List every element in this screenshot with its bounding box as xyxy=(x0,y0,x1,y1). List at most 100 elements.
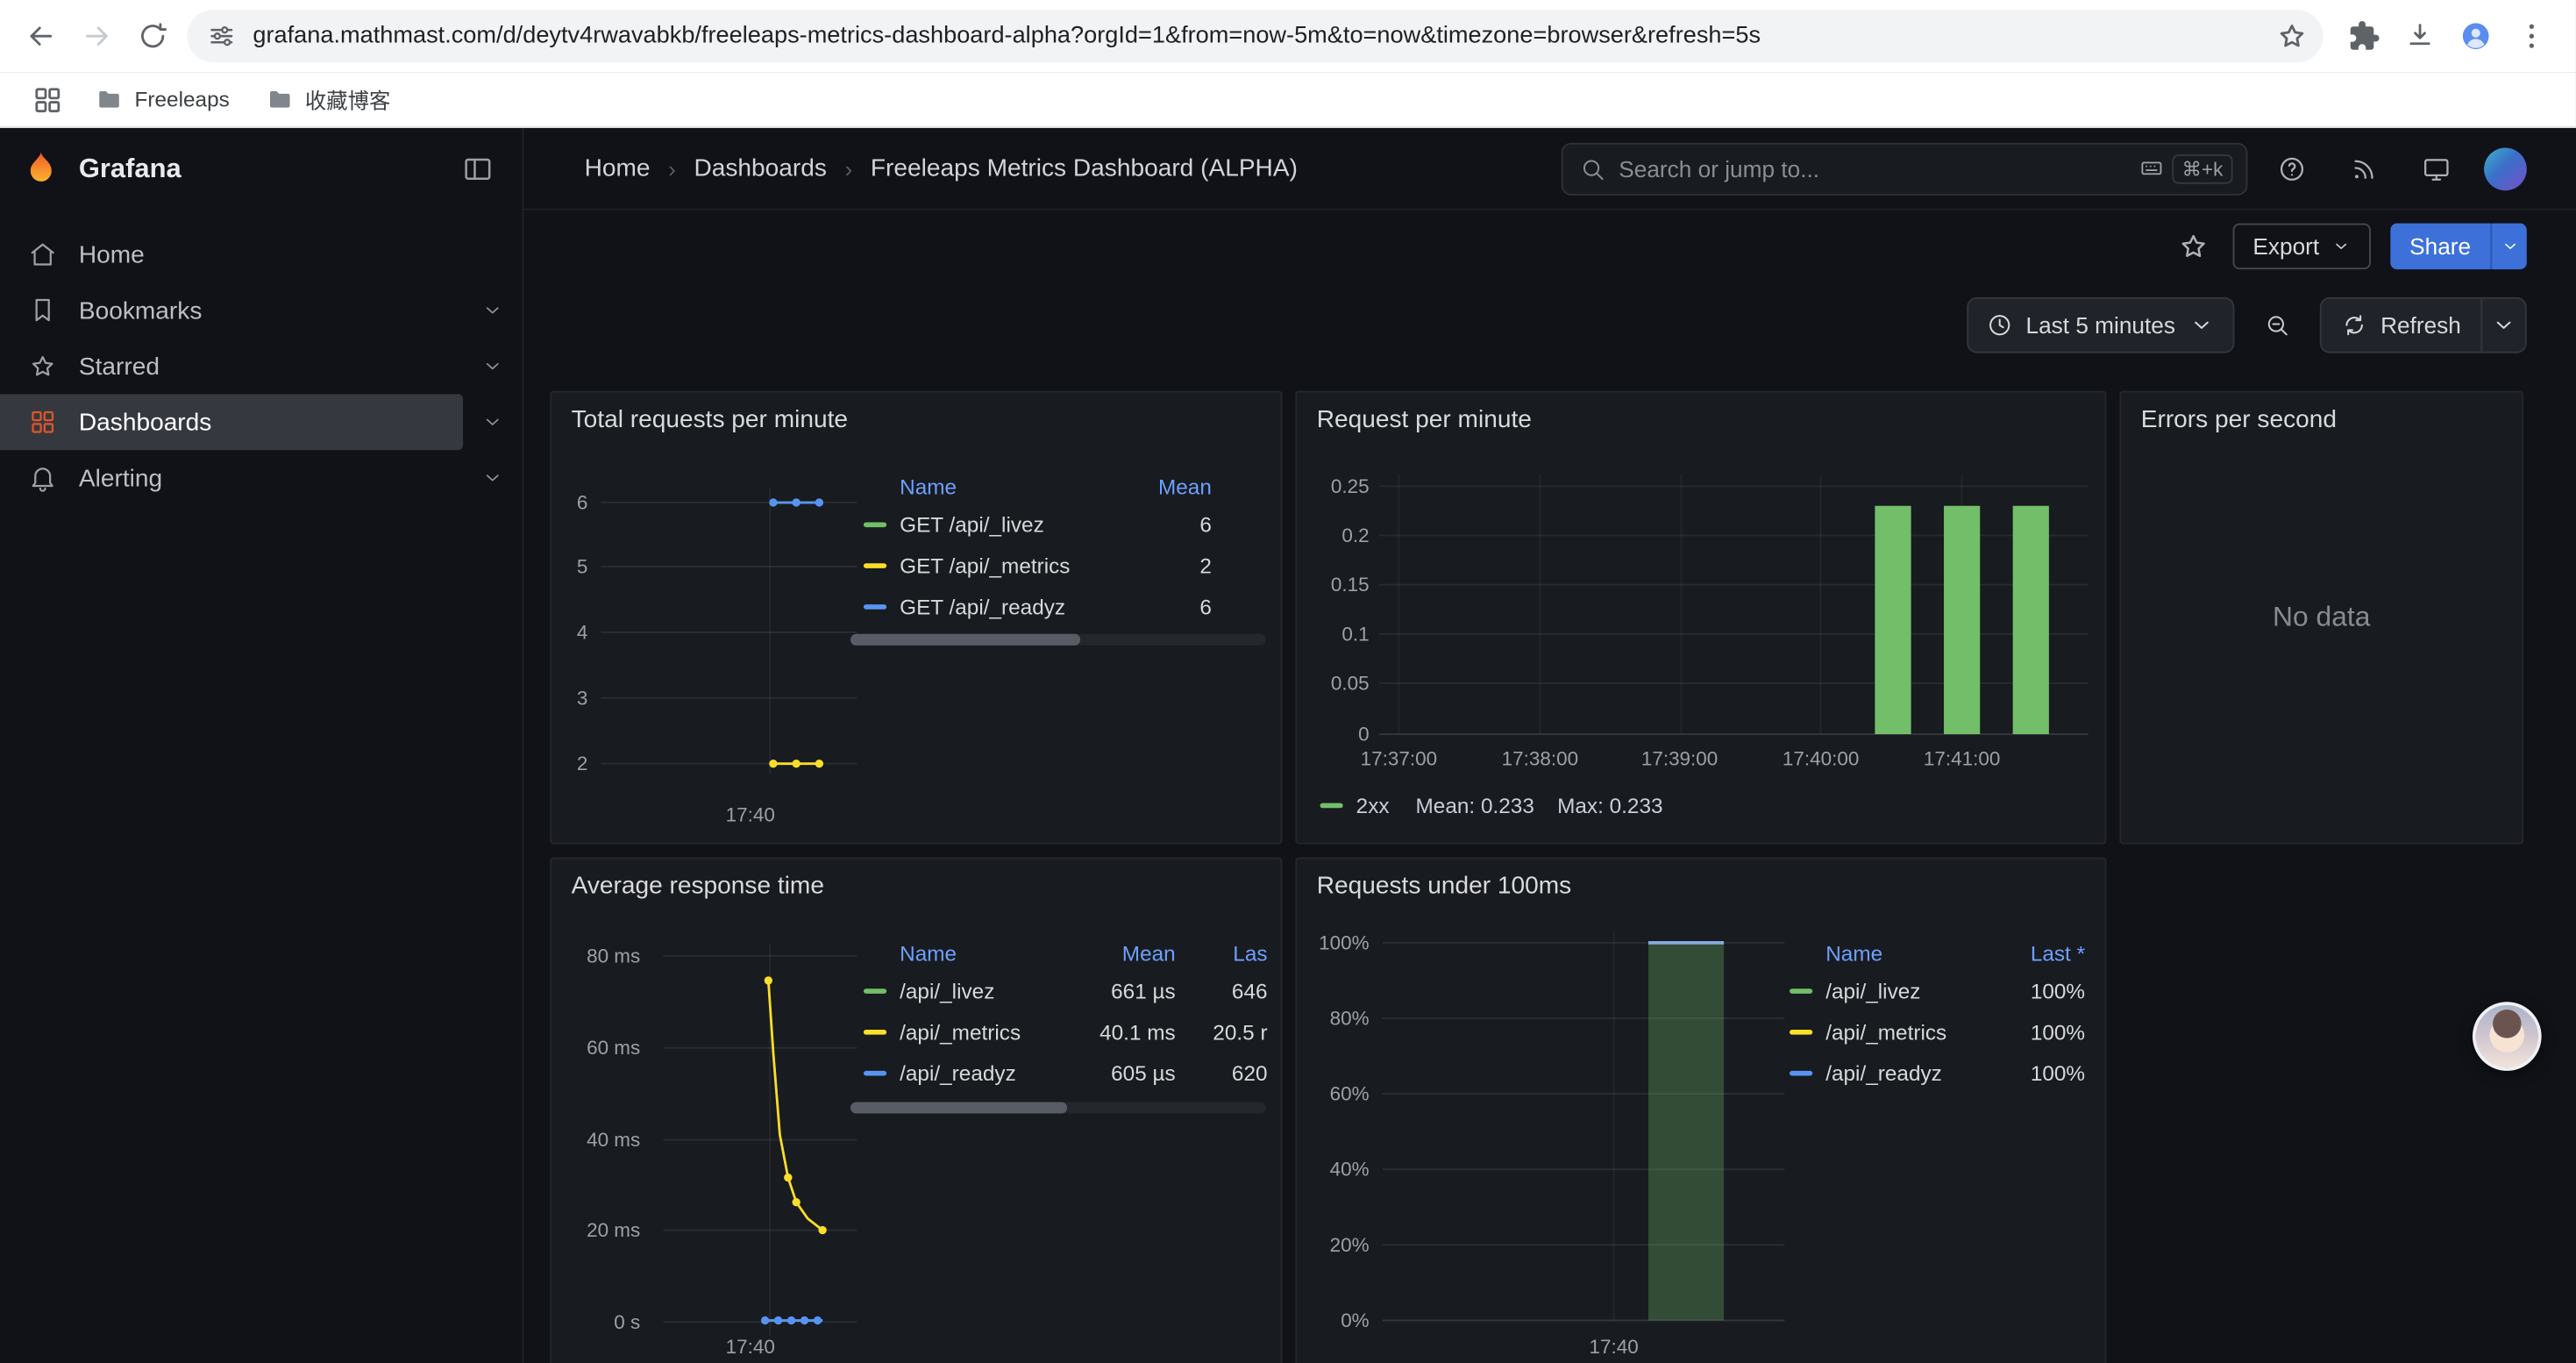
series-name[interactable]: /api/_metrics xyxy=(1825,1020,1946,1045)
panel-title[interactable]: Requests under 100ms xyxy=(1317,872,1571,900)
favorite-dashboard-button[interactable] xyxy=(2174,226,2214,266)
site-settings-icon[interactable] xyxy=(207,21,237,51)
main-area: Home › Dashboards › Freeleaps Metrics Da… xyxy=(523,128,2576,1363)
panel-title[interactable]: Total requests per minute xyxy=(572,406,848,434)
scrollbar-thumb[interactable] xyxy=(850,1102,1067,1113)
expand-starred-button[interactable] xyxy=(463,339,522,395)
grafana-logo-icon[interactable] xyxy=(21,149,60,189)
sidebar-toggle-button[interactable] xyxy=(450,141,506,197)
news-button[interactable] xyxy=(2337,140,2393,196)
series-name[interactable]: /api/_readyz xyxy=(1825,1061,1942,1086)
sidebar-header: Grafana xyxy=(0,128,522,211)
floating-avatar[interactable] xyxy=(2473,1002,2542,1071)
y-tick: 0.15 xyxy=(1304,574,1370,596)
y-tick: 0.25 xyxy=(1304,475,1370,497)
brand-name: Grafana xyxy=(79,153,181,185)
bookmark-star-button[interactable] xyxy=(2264,8,2320,64)
series-last: 620 xyxy=(1192,1061,1267,1086)
series-name[interactable]: /api/_livez xyxy=(1825,979,1920,1003)
legend-col-name[interactable]: Name xyxy=(900,474,957,498)
series-color-swatch xyxy=(1790,1030,1812,1035)
forward-icon xyxy=(81,19,113,52)
bookmark-folder-blogs[interactable]: 收藏博客 xyxy=(256,79,401,120)
breadcrumb-current: Freeleaps Metrics Dashboard (ALPHA) xyxy=(871,154,1298,182)
extensions-button[interactable] xyxy=(2337,8,2393,64)
scrollbar-thumb[interactable] xyxy=(850,634,1080,646)
share-button[interactable]: Share xyxy=(2390,224,2491,269)
series-name[interactable]: /api/_livez xyxy=(900,979,994,1003)
refresh-split-button: Refresh xyxy=(2320,297,2527,353)
time-range-picker[interactable]: Last 5 minutes xyxy=(1967,297,2234,353)
display-button[interactable] xyxy=(2409,140,2465,196)
panel-title[interactable]: Request per minute xyxy=(1317,406,1532,434)
shortcut-chip: ⌘+k xyxy=(2172,153,2232,183)
legend-row[interactable]: GET /api/_readyz 6 xyxy=(864,586,1212,627)
sidebar-item-alerting[interactable]: Alerting xyxy=(0,450,522,506)
legend-col-last[interactable]: Las xyxy=(1192,940,1267,965)
search-icon xyxy=(1579,155,1605,182)
y-tick: 80 ms xyxy=(555,945,640,967)
legend-col-mean[interactable]: Mean xyxy=(1129,474,1212,498)
sidebar-item-label: Home xyxy=(79,240,145,268)
reload-button[interactable] xyxy=(125,8,181,64)
rss-icon xyxy=(2350,153,2380,183)
apps-grid-button[interactable] xyxy=(26,78,69,121)
series-name[interactable]: /api/_metrics xyxy=(900,1020,1021,1045)
expand-alerting-button[interactable] xyxy=(463,450,522,506)
downloads-button[interactable] xyxy=(2392,8,2448,64)
panel-request-per-minute: Request per minute 0.25 0.2 0.15 0.1 0.0… xyxy=(1295,391,2106,845)
search-input[interactable]: Search or jump to... ⌘+k xyxy=(1562,142,2248,195)
sidebar-item-home[interactable]: Home xyxy=(0,226,522,282)
share-menu-button[interactable] xyxy=(2491,224,2527,269)
star-icon xyxy=(28,352,58,382)
legend-row[interactable]: GET /api/_livez 6 xyxy=(864,504,1212,546)
series-name[interactable]: GET /api/_livez xyxy=(900,512,1044,537)
y-tick: 80% xyxy=(1297,1007,1369,1030)
user-avatar[interactable] xyxy=(2484,147,2527,190)
series-mean: 605 µs xyxy=(1074,1061,1176,1086)
series-name[interactable]: 2xx xyxy=(1356,792,1390,817)
browser-menu-button[interactable] xyxy=(2504,8,2560,64)
dock-sidebar-icon xyxy=(461,153,494,185)
profile-button[interactable] xyxy=(2448,8,2504,64)
legend-row[interactable]: /api/_metrics 40.1 ms 20.5 r xyxy=(864,1011,1268,1053)
refresh-button[interactable]: Refresh xyxy=(2322,299,2481,352)
bookmark-label: 收藏博客 xyxy=(305,83,390,115)
export-button[interactable]: Export xyxy=(2233,224,2370,269)
breadcrumb-dashboards[interactable]: Dashboards xyxy=(694,154,826,182)
refresh-interval-button[interactable] xyxy=(2480,299,2525,352)
address-bar[interactable]: grafana.mathmast.com/d/deytv4rwavabkb/fr… xyxy=(187,10,2323,62)
forward-button[interactable] xyxy=(69,8,125,64)
series-name[interactable]: /api/_readyz xyxy=(900,1061,1016,1086)
sidebar-item-bookmarks[interactable]: Bookmarks xyxy=(0,282,522,339)
reload-icon xyxy=(136,19,168,52)
legend-row[interactable]: /api/_readyz 605 µs 620 xyxy=(864,1053,1268,1094)
legend-scrollbar[interactable] xyxy=(850,1102,1266,1113)
y-tick: 60 ms xyxy=(555,1037,640,1060)
sidebar-item-label: Bookmarks xyxy=(79,296,202,325)
sidebar-item-starred[interactable]: Starred xyxy=(0,339,522,395)
legend-row[interactable]: GET /api/_metrics 2 xyxy=(864,546,1212,587)
series-name[interactable]: GET /api/_metrics xyxy=(900,553,1070,578)
legend-row[interactable]: /api/_livez 661 µs 646 xyxy=(864,971,1268,1012)
breadcrumb-home[interactable]: Home xyxy=(585,154,651,182)
legend-col-mean[interactable]: Mean xyxy=(1074,940,1176,965)
legend-col-name[interactable]: Name xyxy=(1825,940,1882,965)
legend-col-name[interactable]: Name xyxy=(900,940,957,965)
back-button[interactable] xyxy=(13,8,69,64)
series-name[interactable]: GET /api/_readyz xyxy=(900,595,1065,619)
bookmark-folder-freeleaps[interactable]: Freeleaps xyxy=(85,81,239,118)
zoom-out-button[interactable] xyxy=(2247,297,2306,353)
expand-bookmarks-button[interactable] xyxy=(463,282,522,339)
legend-col-last[interactable]: Last * xyxy=(1993,940,2085,965)
sidebar-item-dashboards[interactable]: Dashboards xyxy=(0,394,522,450)
legend-row[interactable]: /api/_readyz 100% xyxy=(1790,1053,2085,1094)
legend-row[interactable]: /api/_metrics 100% xyxy=(1790,1011,2085,1053)
help-button[interactable] xyxy=(2264,140,2320,196)
legend-row[interactable]: /api/_livez 100% xyxy=(1790,971,2085,1012)
dashboard-actions: Export Share xyxy=(523,211,2576,269)
panel-title[interactable]: Average response time xyxy=(572,872,824,900)
url-text[interactable]: grafana.mathmast.com/d/deytv4rwavabkb/fr… xyxy=(253,23,2264,49)
expand-dashboards-button[interactable] xyxy=(463,394,522,450)
legend-scrollbar[interactable] xyxy=(850,634,1266,646)
